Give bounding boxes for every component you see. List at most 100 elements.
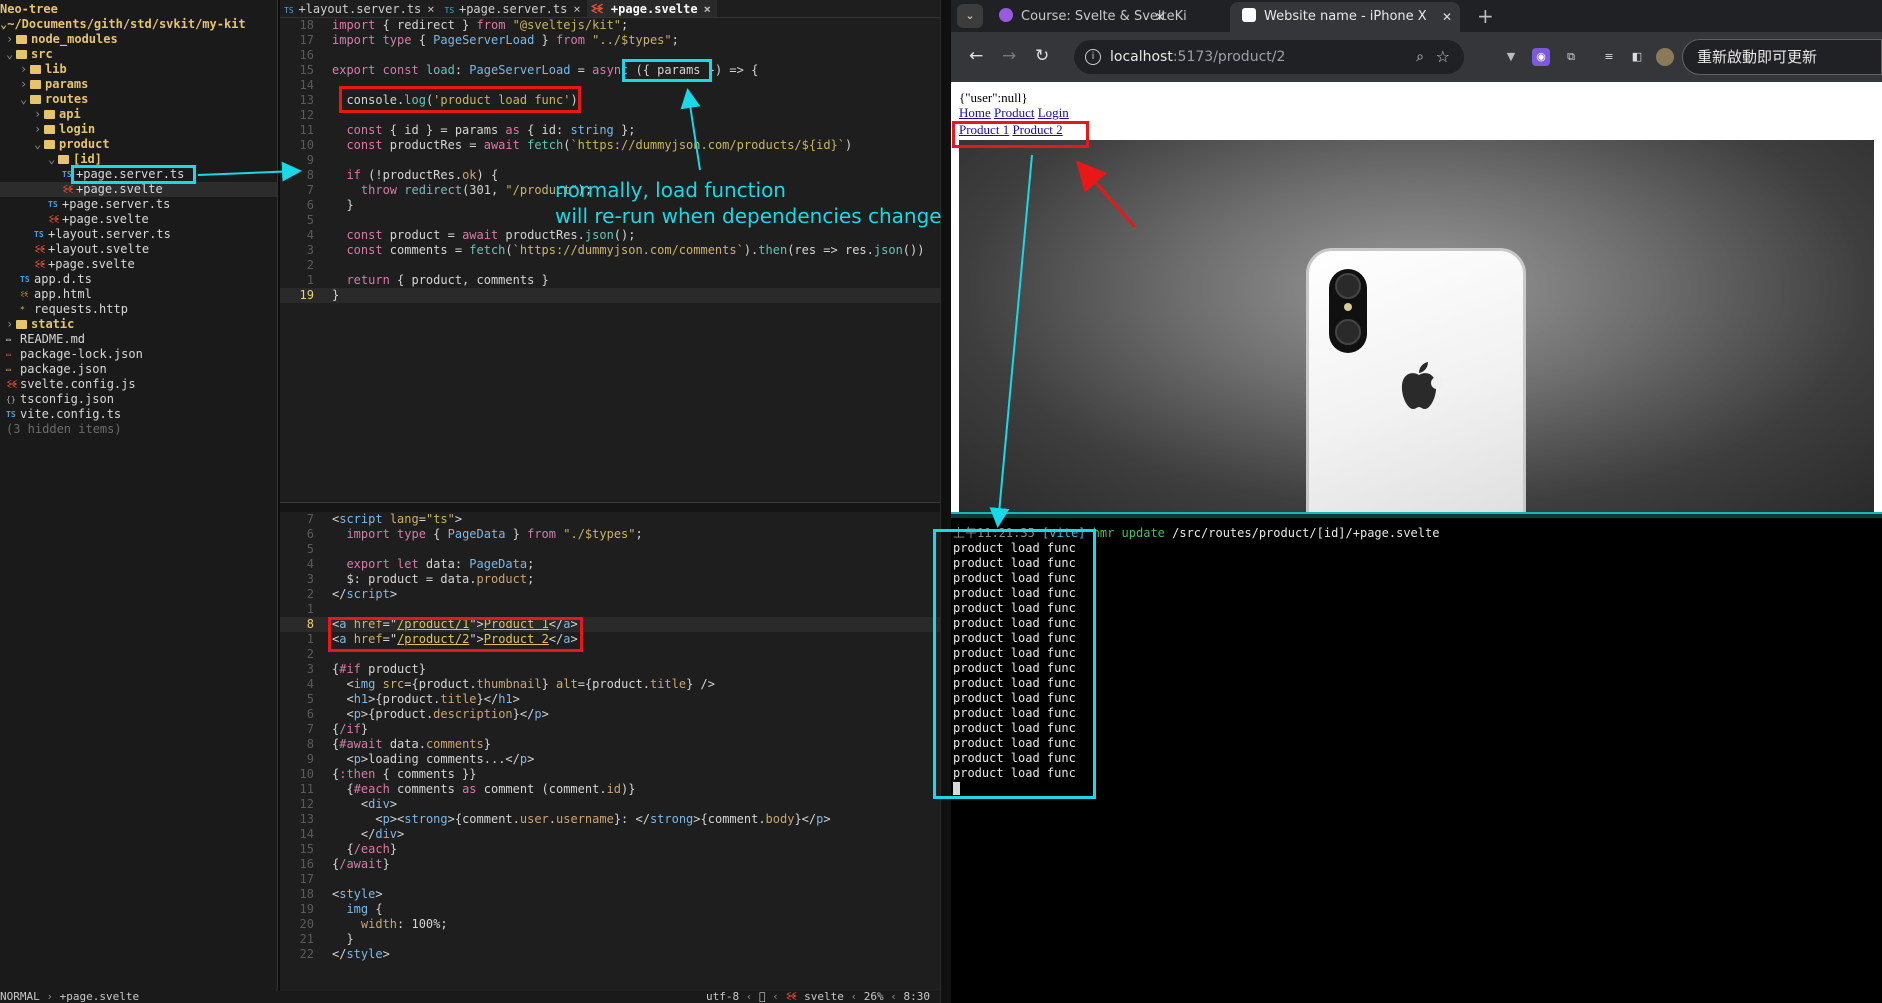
tree-file[interactable]: ꘒ app.html <box>0 287 277 302</box>
pane-splitter[interactable] <box>280 502 940 512</box>
tree-file[interactable]: ▭ README.md <box>0 332 277 347</box>
tree-file[interactable]: ꘒ +page.svelte <box>0 212 277 227</box>
tree-folder[interactable]: ⌄ src <box>0 47 277 62</box>
code-line[interactable]: {/each} <box>332 842 397 857</box>
code-line[interactable]: <div> <box>332 797 397 812</box>
close-icon[interactable]: ✕ <box>1155 2 1165 32</box>
tree-folder[interactable]: › api <box>0 107 277 122</box>
code-line[interactable]: } <box>332 198 353 213</box>
media-controls-icon[interactable]: ≡ <box>1600 48 1618 66</box>
code-line[interactable]: {#await data.comments} <box>332 737 491 752</box>
tree-file[interactable]: {} tsconfig.json <box>0 392 277 407</box>
code-line[interactable]: <script lang="ts"> <box>332 512 462 527</box>
code-line[interactable]: const productRes = await fetch(`https://… <box>332 138 852 153</box>
update-button[interactable]: 重新啟動即可更新 <box>1682 39 1882 75</box>
tree-folder[interactable]: › lib <box>0 62 277 77</box>
code-line[interactable]: } <box>332 932 353 947</box>
profile-avatar[interactable] <box>1656 48 1674 66</box>
tree-file[interactable]: TS +page.server.ts <box>0 167 277 182</box>
code-line[interactable]: <p>{product.description}</p> <box>332 707 548 722</box>
address-bar[interactable]: i localhost:5173/product/2 ⌕ ☆ <box>1074 40 1464 74</box>
editor-tab[interactable]: TS +layout.server.ts ⨯ <box>280 0 441 17</box>
tree-file[interactable]: ▭ package.json <box>0 362 277 377</box>
tree-file[interactable]: TS +page.server.ts <box>0 197 277 212</box>
tree-root[interactable]: ⌄~/Documents/gith/std/svkit/my-kit <box>0 17 277 32</box>
editor-pane-bottom[interactable]: 7 <script lang="ts"> 6 import type { PageD… <box>280 512 940 992</box>
code-line[interactable]: <h1>{product.title}</h1> <box>332 692 519 707</box>
code-line[interactable]: <a href="/product/1">Product 1</a> <box>332 617 578 632</box>
code-line[interactable]: } <box>332 288 339 303</box>
product-link[interactable]: Product <box>994 105 1034 120</box>
close-icon[interactable]: ⨯ <box>573 2 580 16</box>
code-line[interactable]: </style> <box>332 947 390 962</box>
code-line[interactable]: {#each comments as comment (comment.id)} <box>332 782 635 797</box>
product-2-link[interactable]: Product 2 <box>1012 122 1062 137</box>
tree-file[interactable]: ꘒ +page.svelte <box>0 257 277 272</box>
bookmark-star-icon[interactable]: ☆ <box>1436 40 1450 74</box>
new-tab-button[interactable]: + <box>1477 2 1494 30</box>
code-line[interactable]: return { product, comments } <box>332 273 548 288</box>
code-line[interactable]: console.log('product load func') <box>332 93 577 108</box>
tab-search-button[interactable]: ⌄ <box>957 4 983 28</box>
close-icon[interactable]: ✕ <box>1442 2 1452 32</box>
code-line[interactable]: throw redirect(301, "/product"); <box>332 183 592 198</box>
window-separator[interactable] <box>940 0 951 1003</box>
code-line[interactable]: {/if} <box>332 722 368 737</box>
extensions-puzzle-icon[interactable]: ⧉ <box>1562 48 1580 66</box>
code-line[interactable]: img { <box>332 902 382 917</box>
login-link[interactable]: Login <box>1038 105 1069 120</box>
code-line[interactable]: width: 100%; <box>332 917 448 932</box>
tree-file[interactable]: * requests.http <box>0 302 277 317</box>
vue-devtools-icon[interactable]: ▼ <box>1502 48 1520 66</box>
code-line[interactable]: <p>loading comments...</p> <box>332 752 534 767</box>
code-line[interactable]: if (!productRes.ok) { <box>332 168 498 183</box>
code-line[interactable]: export let data: PageData; <box>332 557 534 572</box>
tree-folder[interactable]: ⌄ routes <box>0 92 277 107</box>
code-line[interactable]: </div> <box>332 827 404 842</box>
terminal[interactable]: 上午11:21:35 [vite] hmr update /src/routes… <box>951 518 1882 1003</box>
tree-folder[interactable]: › node_modules <box>0 32 277 47</box>
tree-file[interactable]: TS vite.config.ts <box>0 407 277 422</box>
tree-folder[interactable]: › static <box>0 317 277 332</box>
code-line[interactable]: const { id } = params as { id: string }; <box>332 123 635 138</box>
code-line[interactable]: <style> <box>332 887 383 902</box>
side-panel-icon[interactable]: ◧ <box>1628 48 1646 66</box>
tree-folder[interactable]: › params <box>0 77 277 92</box>
tree-folder[interactable]: ⌄ product <box>0 137 277 152</box>
code-line[interactable]: import type { PageServerLoad } from "../… <box>332 33 679 48</box>
code-line[interactable]: const product = await productRes.json(); <box>332 228 635 243</box>
tree-file[interactable]: ꘒ +layout.svelte <box>0 242 277 257</box>
tree-folder[interactable]: › login <box>0 122 277 137</box>
code-line[interactable]: {:then { comments }} <box>332 767 477 782</box>
code-line[interactable]: <p><strong>{comment.user.username}: </st… <box>332 812 830 827</box>
code-line[interactable]: import type { PageData } from "./$types"… <box>332 527 642 542</box>
tree-file[interactable]: ꘒ svelte.config.js <box>0 377 277 392</box>
extension-icon[interactable]: ◉ <box>1532 48 1550 66</box>
code-line[interactable]: {#if product} <box>332 662 426 677</box>
back-button[interactable]: ← <box>969 44 983 68</box>
tree-folder[interactable]: ⌄ [id] <box>0 152 277 167</box>
tree-file[interactable]: ▭ package-lock.json <box>0 347 277 362</box>
editor-pane-top[interactable]: 18 import { redirect } from "@sveltejs/ki… <box>280 18 940 502</box>
code-line[interactable]: </script> <box>332 587 397 602</box>
tree-file[interactable]: TS +layout.server.ts <box>0 227 277 242</box>
zoom-icon[interactable]: ⌕ <box>1416 40 1424 74</box>
code-line[interactable]: export const load: PageServerLoad = asyn… <box>332 63 758 78</box>
code-line[interactable]: import { redirect } from "@sveltejs/kit"… <box>332 18 628 33</box>
code-line[interactable]: <img src={product.thumbnail} alt={produc… <box>332 677 715 692</box>
close-icon[interactable]: ⨯ <box>427 2 434 16</box>
product-1-link[interactable]: Product 1 <box>959 122 1009 137</box>
code-line[interactable]: <a href="/product/2">Product 2</a> <box>332 632 578 647</box>
forward-button[interactable]: → <box>1002 44 1016 68</box>
close-icon[interactable]: ⨯ <box>704 2 711 16</box>
browser-tab-course[interactable]: Course: Svelte & SvelteKi ✕ <box>989 2 1187 32</box>
site-info-icon[interactable]: i <box>1085 49 1101 65</box>
tree-file[interactable]: (3 hidden items) <box>0 422 277 437</box>
editor-tab[interactable]: TS +page.server.ts ⨯ <box>441 0 587 17</box>
home-link[interactable]: Home <box>959 105 991 120</box>
browser-tab-website[interactable]: Website name - iPhone X ✕ <box>1230 2 1460 32</box>
editor-tab[interactable]: ꘒ +page.svelte ⨯ <box>586 0 717 17</box>
code-line[interactable]: {/await} <box>332 857 390 872</box>
reload-button[interactable]: ↻ <box>1035 44 1049 68</box>
tree-file[interactable]: TS app.d.ts <box>0 272 277 287</box>
